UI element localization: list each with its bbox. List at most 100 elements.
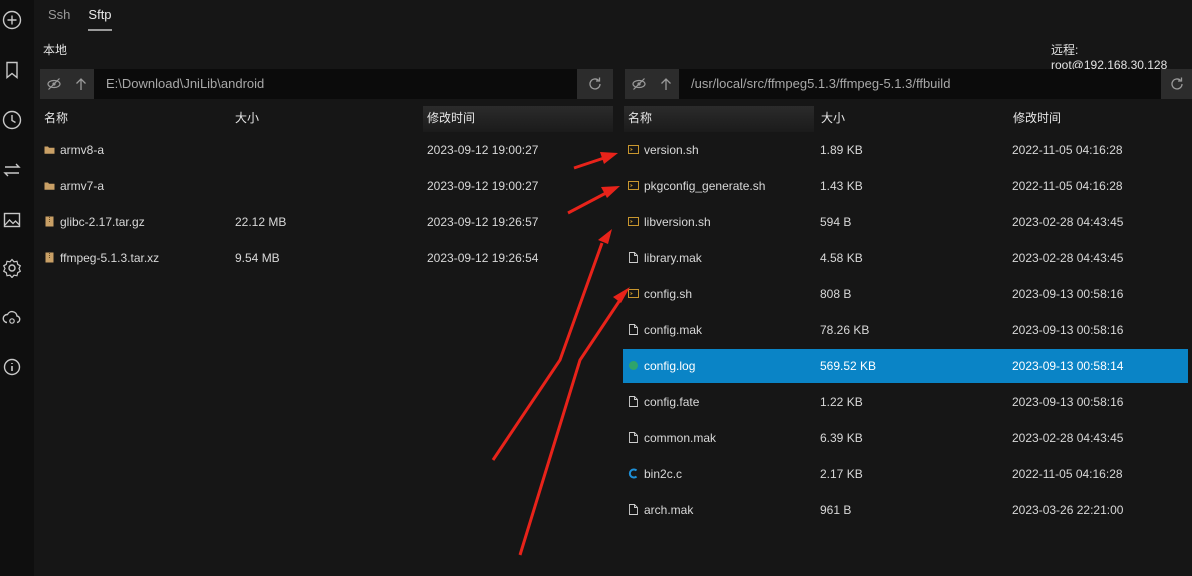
file-name: config.log xyxy=(644,359,696,373)
file-size: 808 B xyxy=(820,287,852,301)
folder-icon xyxy=(44,146,55,154)
file-name: arch.mak xyxy=(644,503,694,517)
table-row[interactable]: libversion.sh 594 B 2023-02-28 04:43:45 xyxy=(623,205,1188,239)
file-modified-time: 2022-11-05 04:16:28 xyxy=(1012,467,1123,481)
file-name: config.mak xyxy=(644,323,703,337)
file-modified-time: 2023-09-13 00:58:16 xyxy=(1012,395,1124,409)
file-size: 594 B xyxy=(820,215,852,229)
main-area: Ssh Sftp 本地 E:\Download\JniLib\android 名… xyxy=(34,0,1192,576)
file-name: ffmpeg-5.1.3.tar.xz xyxy=(60,251,160,265)
table-row[interactable]: glibc-2.17.tar.gz 22.12 MB 2023-09-12 19:2… xyxy=(38,205,613,239)
image-icon[interactable] xyxy=(0,208,24,232)
script-icon xyxy=(628,289,639,298)
hide-toggle-icon[interactable] xyxy=(625,69,653,99)
file-size: 22.12 MB xyxy=(235,215,287,229)
script-icon xyxy=(628,217,639,226)
up-arrow-icon[interactable] xyxy=(68,69,94,99)
script-icon xyxy=(628,145,639,154)
folder-icon xyxy=(44,182,55,190)
tab-sftp[interactable]: Sftp xyxy=(88,5,112,31)
file-icon xyxy=(629,324,638,335)
local-col-time[interactable]: 修改时间 xyxy=(423,106,613,132)
file-modified-time: 2023-02-28 04:43:45 xyxy=(1012,251,1124,265)
history-icon[interactable] xyxy=(0,108,24,132)
file-modified-time: 2023-09-12 19:26:54 xyxy=(427,251,539,265)
table-row[interactable]: armv7-a 2023-09-12 19:00:27 xyxy=(38,169,613,203)
file-size: 9.54 MB xyxy=(235,251,280,265)
remote-path-bar: /usr/local/src/ffmpeg5.1.3/ffmpeg-5.1.3/… xyxy=(625,69,1192,99)
file-name: pkgconfig_generate.sh xyxy=(644,179,766,193)
file-icon xyxy=(629,432,638,443)
file-size: 78.26 KB xyxy=(820,323,870,337)
table-row[interactable]: config.log 569.52 KB 2023-09-13 00:58:14 xyxy=(623,349,1188,383)
file-size: 2.17 KB xyxy=(820,467,863,481)
file-size: 6.39 KB xyxy=(820,431,863,445)
file-modified-time: 2023-02-28 04:43:45 xyxy=(1012,215,1124,229)
settings-icon[interactable] xyxy=(0,256,24,280)
file-modified-time: 2023-09-13 00:58:14 xyxy=(1012,359,1124,373)
refresh-icon[interactable] xyxy=(1161,69,1192,99)
transfer-icon[interactable] xyxy=(0,158,24,182)
local-path-bar: E:\Download\JniLib\android xyxy=(40,69,613,99)
file-name: armv8-a xyxy=(60,143,105,157)
remote-pane-title: 远程: root@192.168.30.128 xyxy=(1051,43,1168,72)
file-name: glibc-2.17.tar.gz xyxy=(60,215,145,229)
remote-col-size[interactable]: 大小 xyxy=(817,106,997,132)
file-icon xyxy=(629,504,638,515)
archive-icon xyxy=(45,252,54,263)
log-icon xyxy=(629,361,638,370)
file-size: 1.43 KB xyxy=(820,179,863,193)
local-path-input[interactable]: E:\Download\JniLib\android xyxy=(96,69,576,99)
archive-icon xyxy=(45,216,54,227)
c-source-icon xyxy=(628,468,638,479)
file-name: config.fate xyxy=(644,395,700,409)
file-name: libversion.sh xyxy=(644,215,711,229)
file-size: 4.58 KB xyxy=(820,251,863,265)
file-icon xyxy=(629,396,638,407)
refresh-icon[interactable] xyxy=(577,69,613,99)
add-icon[interactable] xyxy=(0,8,24,32)
script-icon xyxy=(628,181,639,190)
table-row[interactable]: config.mak 78.26 KB 2023-09-13 00:58:16 xyxy=(623,313,1188,347)
table-row[interactable]: config.fate 1.22 KB 2023-09-13 00:58:16 xyxy=(623,385,1188,419)
file-icon xyxy=(629,252,638,263)
file-size: 1.22 KB xyxy=(820,395,863,409)
cloud-sync-icon[interactable] xyxy=(0,306,24,330)
file-name: config.sh xyxy=(644,287,693,301)
file-modified-time: 2023-09-13 00:58:16 xyxy=(1012,287,1124,301)
file-name: common.mak xyxy=(644,431,717,445)
table-row[interactable]: bin2c.c 2.17 KB 2022-11-05 04:16:28 xyxy=(623,457,1188,491)
table-row[interactable]: pkgconfig_generate.sh 1.43 KB 2022-11-05 0… xyxy=(623,169,1188,203)
tab-ssh[interactable]: Ssh xyxy=(48,5,70,31)
local-col-name[interactable]: 名称 xyxy=(40,106,220,132)
file-size: 961 B xyxy=(820,503,852,517)
file-modified-time: 2023-03-26 22:21:00 xyxy=(1012,503,1124,517)
table-row[interactable]: ffmpeg-5.1.3.tar.xz 9.54 MB 2023-09-12 19:… xyxy=(38,241,613,275)
remote-path-input[interactable]: /usr/local/src/ffmpeg5.1.3/ffmpeg-5.1.3/… xyxy=(681,69,1157,99)
table-row[interactable]: config.sh 808 B 2023-09-13 00:58:16 xyxy=(623,277,1188,311)
remote-col-time[interactable]: 修改时间 xyxy=(1009,106,1189,132)
file-modified-time: 2022-11-05 04:16:28 xyxy=(1012,179,1123,193)
up-arrow-icon[interactable] xyxy=(653,69,679,99)
table-row[interactable]: version.sh 1.89 KB 2022-11-05 04:16:28 xyxy=(623,133,1188,167)
tab-bar: Ssh Sftp xyxy=(48,5,112,31)
file-name: library.mak xyxy=(644,251,702,265)
table-row[interactable]: common.mak 6.39 KB 2023-02-28 04:43:45 xyxy=(623,421,1188,455)
local-pane-title: 本地 xyxy=(43,43,68,57)
file-modified-time: 2023-09-12 19:00:27 xyxy=(427,143,539,157)
table-row[interactable]: arch.mak 961 B 2023-03-26 22:21:00 xyxy=(623,493,1188,527)
file-name: armv7-a xyxy=(60,179,105,193)
file-size: 569.52 KB xyxy=(820,359,877,373)
bookmark-icon[interactable] xyxy=(0,58,24,82)
hide-toggle-icon[interactable] xyxy=(40,69,68,99)
table-row[interactable]: armv8-a 2023-09-12 19:00:27 xyxy=(38,133,613,167)
local-col-size[interactable]: 大小 xyxy=(231,106,411,132)
table-row[interactable]: library.mak 4.58 KB 2023-02-28 04:43:45 xyxy=(623,241,1188,275)
file-modified-time: 2023-09-12 19:00:27 xyxy=(427,179,539,193)
info-icon[interactable] xyxy=(0,355,24,379)
remote-col-name[interactable]: 名称 xyxy=(624,106,814,132)
file-modified-time: 2022-11-05 04:16:28 xyxy=(1012,143,1123,157)
file-name: bin2c.c xyxy=(644,467,683,481)
file-modified-time: 2023-09-12 19:26:57 xyxy=(427,215,539,229)
file-modified-time: 2023-09-13 00:58:16 xyxy=(1012,323,1124,337)
